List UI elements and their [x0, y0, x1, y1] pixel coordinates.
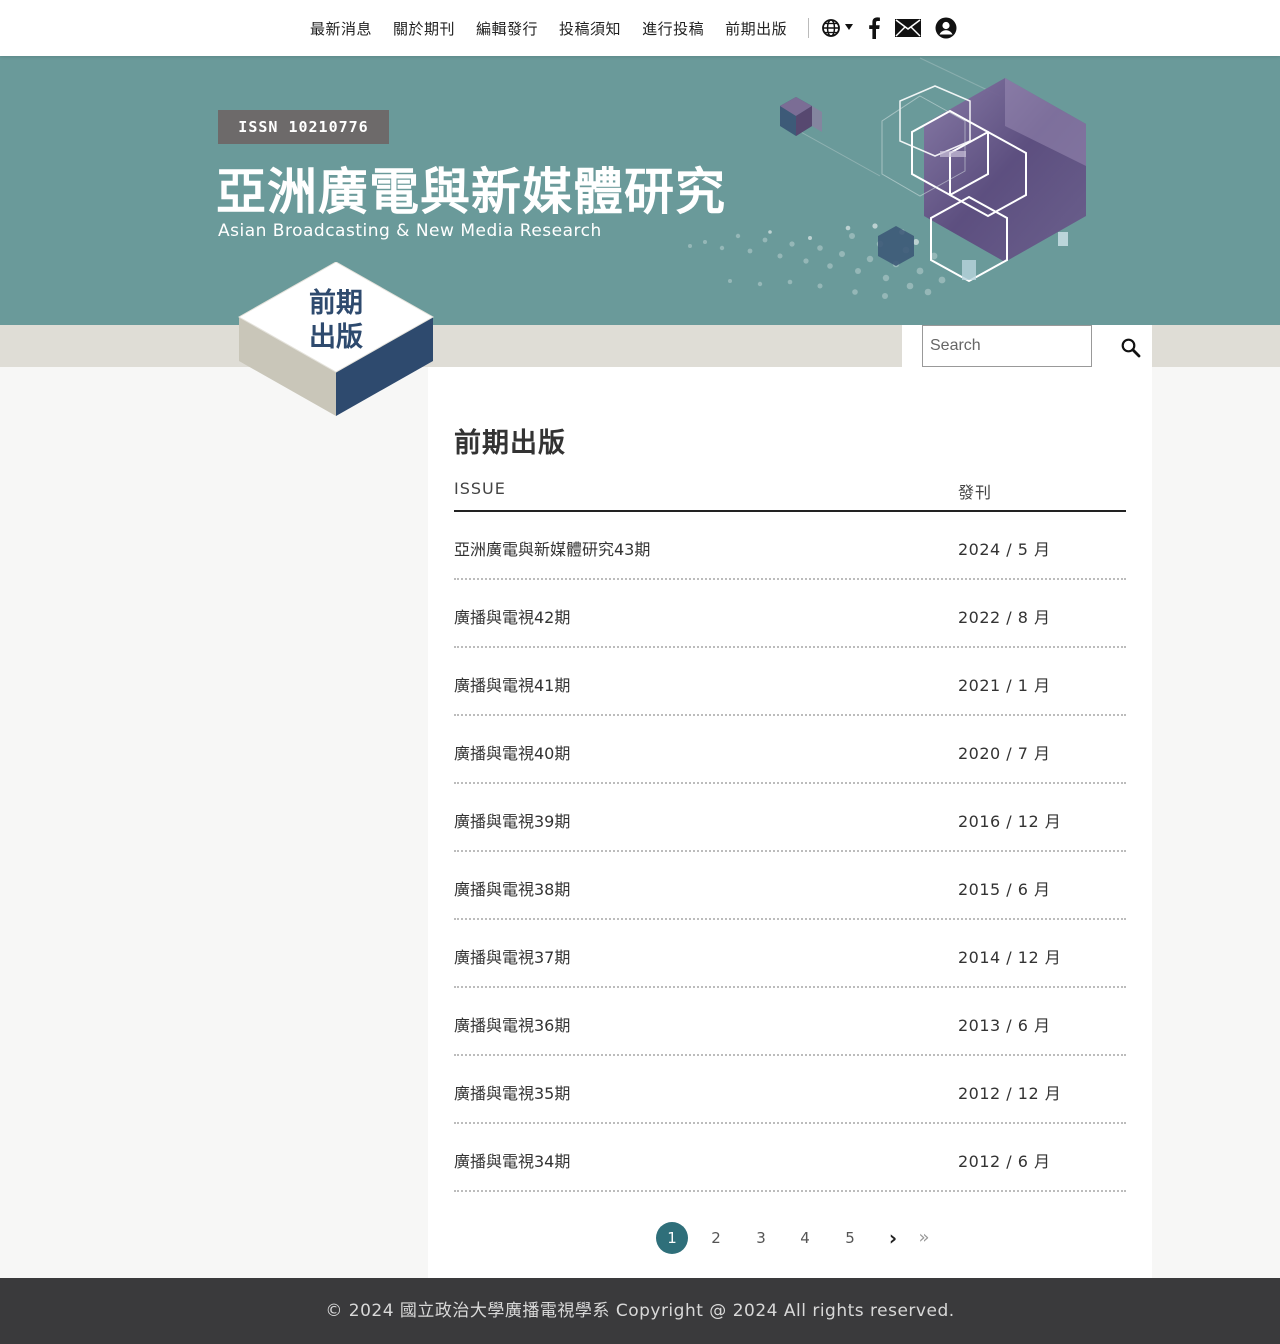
globe-language-icon[interactable] — [821, 17, 854, 39]
issue-title[interactable]: 廣播與電視39期 — [454, 808, 570, 832]
issue-title[interactable]: 廣播與電視35期 — [454, 1080, 570, 1104]
badge-line-1: 前期 — [309, 288, 363, 319]
table-row[interactable]: 廣播與電視38期 2015 / 6 月 — [454, 852, 1126, 920]
copyright-text: © 2024 國立政治大學廣播電視學系 Copyright @ 2024 All… — [325, 1301, 955, 1321]
column-header-issue: ISSUE — [454, 479, 506, 498]
next-page-icon[interactable]: › — [877, 1222, 909, 1254]
page-button-4[interactable]: 4 — [789, 1222, 821, 1254]
issn-badge: ISSN 10210776 — [218, 110, 389, 144]
table-row[interactable]: 廣播與電視35期 2012 / 12 月 — [454, 1056, 1126, 1124]
search-bar — [902, 325, 1152, 367]
column-header-date: 發刊 — [958, 483, 993, 502]
issue-date: 2012 / 12 月 — [958, 1084, 1062, 1103]
mail-icon[interactable] — [895, 19, 922, 37]
top-navigation: 最新消息 關於期刊 編輯發行 投稿須知 進行投稿 前期出版 — [0, 0, 1280, 56]
search-icon[interactable] — [1120, 337, 1142, 359]
hero-banner: ISSN 10210776 亞洲廣電與新媒體研究 Asian Broadcast… — [0, 56, 1280, 325]
issue-title[interactable]: 廣播與電視37期 — [454, 944, 570, 968]
table-row[interactable]: 廣播與電視34期 2012 / 6 月 — [454, 1124, 1126, 1192]
table-row[interactable]: 廣播與電視37期 2014 / 12 月 — [454, 920, 1126, 988]
table-row[interactable]: 廣播與電視41期 2021 / 1 月 — [454, 648, 1126, 716]
table-row[interactable]: 廣播與電視39期 2016 / 12 月 — [454, 784, 1126, 852]
issues-table: 亞洲廣電與新媒體研究43期 2024 / 5 月 廣播與電視42期 2022 /… — [454, 512, 1126, 1192]
user-account-icon[interactable] — [935, 17, 957, 39]
nav-menu: 最新消息 關於期刊 編輯發行 投稿須知 進行投稿 前期出版 — [310, 0, 971, 56]
issue-date: 2022 / 8 月 — [958, 608, 1051, 627]
nav-divider — [808, 18, 810, 38]
issue-title[interactable]: 亞洲廣電與新媒體研究43期 — [454, 536, 650, 560]
page-button-2[interactable]: 2 — [700, 1222, 732, 1254]
journal-title-zh: 亞洲廣電與新媒體研究 — [216, 163, 726, 221]
pagination: 1 2 3 4 5 › » — [428, 1222, 1152, 1254]
page-title: 前期出版 — [454, 428, 566, 459]
journal-title-en: Asian Broadcasting & New Media Research — [218, 221, 602, 241]
hexagon-tech-illustration — [688, 57, 1086, 299]
issue-title[interactable]: 廣播與電視40期 — [454, 740, 570, 764]
search-input[interactable] — [922, 325, 1092, 367]
table-row[interactable]: 亞洲廣電與新媒體研究43期 2024 / 5 月 — [454, 512, 1126, 580]
last-page-icon[interactable]: » — [908, 1222, 940, 1254]
nav-item-editorial[interactable]: 編輯發行 — [476, 18, 538, 39]
issue-date: 2016 / 12 月 — [958, 812, 1062, 831]
issue-title[interactable]: 廣播與電視42期 — [454, 604, 570, 628]
page-button-1[interactable]: 1 — [656, 1222, 688, 1254]
issue-date: 2013 / 6 月 — [958, 1016, 1051, 1035]
page-button-5[interactable]: 5 — [834, 1222, 866, 1254]
section-cube-badge: 前期 出版 — [237, 261, 435, 422]
nav-item-submit[interactable]: 進行投稿 — [642, 18, 704, 39]
nav-item-past-issues[interactable]: 前期出版 — [725, 18, 787, 39]
issue-date: 2015 / 6 月 — [958, 880, 1051, 899]
main-content: 前期出版 ISSUE 發刊 亞洲廣電與新媒體研究43期 2024 / 5 月 廣… — [428, 367, 1152, 1278]
nav-item-latest-news[interactable]: 最新消息 — [310, 18, 372, 39]
footer: © 2024 國立政治大學廣播電視學系 Copyright @ 2024 All… — [0, 1278, 1280, 1344]
issue-date: 2020 / 7 月 — [958, 744, 1051, 763]
nav-item-submission-guidelines[interactable]: 投稿須知 — [559, 18, 621, 39]
issue-date: 2014 / 12 月 — [958, 948, 1062, 967]
issue-date: 2024 / 5 月 — [958, 540, 1051, 559]
table-row[interactable]: 廣播與電視40期 2020 / 7 月 — [454, 716, 1126, 784]
issue-title[interactable]: 廣播與電視38期 — [454, 876, 570, 900]
issue-title[interactable]: 廣播與電視36期 — [454, 1012, 570, 1036]
issue-title[interactable]: 廣播與電視41期 — [454, 672, 570, 696]
page-button-3[interactable]: 3 — [745, 1222, 777, 1254]
issue-title[interactable]: 廣播與電視34期 — [454, 1148, 570, 1172]
nav-icon-group — [821, 17, 971, 39]
badge-line-2: 出版 — [309, 322, 363, 353]
table-header: ISSUE 發刊 — [454, 477, 1126, 512]
table-row[interactable]: 廣播與電視36期 2013 / 6 月 — [454, 988, 1126, 1056]
table-row[interactable]: 廣播與電視42期 2022 / 8 月 — [454, 580, 1126, 648]
issue-date: 2012 / 6 月 — [958, 1152, 1051, 1171]
issue-date: 2021 / 1 月 — [958, 676, 1051, 695]
nav-item-about-journal[interactable]: 關於期刊 — [393, 18, 455, 39]
facebook-icon[interactable] — [867, 17, 881, 39]
